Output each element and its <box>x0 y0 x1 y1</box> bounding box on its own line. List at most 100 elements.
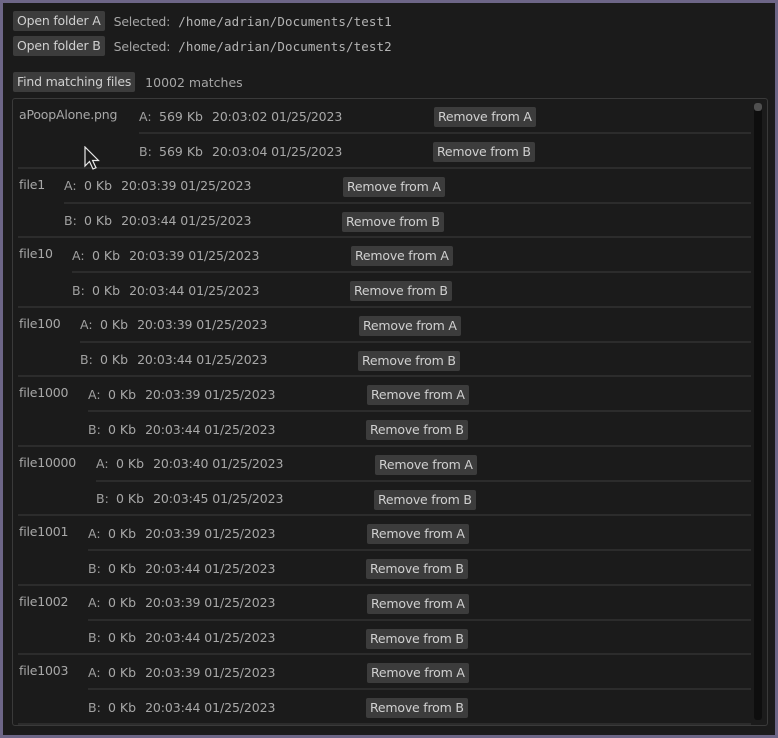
file-size-b: 0 Kb <box>108 560 137 576</box>
find-matching-files-button[interactable]: Find matching files <box>13 72 136 92</box>
open-folder-b-button[interactable]: Open folder B <box>13 36 105 56</box>
match-entry: file1000 A: 0 Kb 20:03:39 01/25/2023 Rem… <box>13 377 767 447</box>
scrollbar[interactable] <box>754 103 762 720</box>
side-b-label: B: <box>72 282 85 298</box>
file-size-b: 0 Kb <box>84 213 113 228</box>
divider <box>72 271 751 273</box>
folder-b-path: /home/adrian/Documents/test2 <box>178 38 392 54</box>
timestamp-b: 20:03:44 01/25/2023 <box>137 352 268 367</box>
remove-from-b-button[interactable]: Remove from B <box>433 142 535 162</box>
remove-from-a-button[interactable]: Remove from A <box>351 246 453 266</box>
side-b-label: B: <box>88 421 101 437</box>
remove-from-a-button[interactable]: Remove from A <box>367 593 469 614</box>
file-size-b: 569 Kb <box>159 143 203 159</box>
timestamp-a: 20:03:02 01/25/2023 <box>211 108 343 124</box>
match-entry: file1001 A: 0 Kb 20:03:39 01/25/2023 Rem… <box>13 516 767 586</box>
divider <box>18 722 751 725</box>
timestamp-b: 20:03:44 01/25/2023 <box>129 282 260 298</box>
match-count: 10002 matches <box>145 74 243 90</box>
file-size-a: 0 Kb <box>108 525 137 541</box>
app-window: Open folder A Selected: /home/adrian/Doc… <box>3 3 775 735</box>
side-a-label: A: <box>88 664 101 680</box>
file-name: file1001 <box>19 524 69 539</box>
remove-from-b-button[interactable]: Remove from B <box>366 559 468 579</box>
matches-list[interactable]: aPoopAlone.png A: 569 Kb 20:03:02 01/25/… <box>12 98 768 726</box>
side-b-label: B: <box>96 491 109 506</box>
file-name: file1002 <box>19 593 69 609</box>
divider <box>88 549 751 551</box>
divider <box>88 410 751 412</box>
remove-from-a-button[interactable]: Remove from A <box>375 454 477 475</box>
divider <box>64 201 751 204</box>
side-a-info: A: 0 Kb 20:03:39 01/25/2023 <box>72 245 259 265</box>
file-size-b: 0 Kb <box>108 630 137 645</box>
remove-from-b-button[interactable]: Remove from B <box>366 698 468 718</box>
file-size-a: 0 Kb <box>108 386 137 402</box>
remove-from-a-button[interactable]: Remove from A <box>434 107 536 127</box>
side-b-label: B: <box>88 630 101 645</box>
timestamp-b: 20:03:44 01/25/2023 <box>145 421 276 437</box>
file-size-a: 0 Kb <box>100 317 129 332</box>
file-size-a: 569 Kb <box>159 108 203 124</box>
file-size-a: 0 Kb <box>92 247 121 263</box>
file-name: file100 <box>19 315 61 331</box>
folder-a-row: Open folder A Selected: /home/adrian/Doc… <box>13 11 392 31</box>
side-a-label: A: <box>64 178 77 193</box>
side-b-label: B: <box>64 213 77 228</box>
file-name: file1 <box>19 176 45 192</box>
timestamp-b: 20:03:45 01/25/2023 <box>153 491 284 506</box>
file-name: file10 <box>19 246 53 261</box>
side-a-label: A: <box>88 595 101 610</box>
remove-from-a-button[interactable]: Remove from A <box>367 524 469 544</box>
remove-from-a-button[interactable]: Remove from A <box>367 385 469 405</box>
timestamp-a: 20:03:39 01/25/2023 <box>121 178 252 193</box>
file-name: file1000 <box>19 385 69 400</box>
side-b-label: B: <box>139 143 152 159</box>
file-size-b: 0 Kb <box>108 699 137 715</box>
side-a-label: A: <box>96 456 109 471</box>
side-a-label: A: <box>139 108 152 124</box>
remove-from-b-button[interactable]: Remove from B <box>374 489 476 510</box>
divider <box>80 340 751 343</box>
remove-from-a-button[interactable]: Remove from A <box>343 176 445 197</box>
file-name: aPoopAlone.png <box>19 107 118 122</box>
side-b-info: B: 0 Kb 20:03:44 01/25/2023 <box>80 350 267 370</box>
selected-label: Selected: <box>113 38 171 54</box>
side-b-label: B: <box>88 560 101 576</box>
timestamp-a: 20:03:40 01/25/2023 <box>153 456 284 471</box>
divider <box>139 132 751 134</box>
file-size-b: 0 Kb <box>100 352 129 367</box>
timestamp-a: 20:03:39 01/25/2023 <box>129 247 260 263</box>
divider <box>88 618 751 621</box>
open-folder-a-button[interactable]: Open folder A <box>13 11 105 31</box>
side-a-info: A: 0 Kb 20:03:39 01/25/2023 <box>88 384 275 404</box>
side-a-label: A: <box>72 247 85 263</box>
divider <box>96 479 751 482</box>
side-a-info: A: 0 Kb 20:03:39 01/25/2023 <box>88 523 275 543</box>
remove-from-b-button[interactable]: Remove from B <box>366 628 468 649</box>
remove-from-b-button[interactable]: Remove from B <box>350 281 452 301</box>
match-entry: file1002 A: 0 Kb 20:03:39 01/25/2023 Rem… <box>13 586 767 655</box>
remove-from-b-button[interactable]: Remove from B <box>342 211 444 232</box>
remove-from-a-button[interactable]: Remove from A <box>359 315 461 336</box>
remove-from-b-button[interactable]: Remove from B <box>366 420 468 440</box>
side-a-info: A: 569 Kb 20:03:02 01/25/2023 <box>139 106 342 126</box>
remove-from-a-button[interactable]: Remove from A <box>367 663 469 683</box>
side-b-label: B: <box>80 352 93 367</box>
file-size-a: 0 Kb <box>108 595 137 610</box>
side-a-info: A: 0 Kb 20:03:39 01/25/2023 <box>88 662 275 682</box>
remove-from-b-button[interactable]: Remove from B <box>358 350 460 371</box>
side-b-label: B: <box>88 699 101 715</box>
scrollbar-thumb[interactable] <box>754 103 762 111</box>
side-b-info: B: 0 Kb 20:03:44 01/25/2023 <box>88 419 275 439</box>
side-a-info: A: 0 Kb 20:03:39 01/25/2023 <box>64 176 251 196</box>
timestamp-b: 20:03:44 01/25/2023 <box>121 213 252 228</box>
file-size-a: 0 Kb <box>116 456 145 471</box>
side-b-info: B: 0 Kb 20:03:44 01/25/2023 <box>88 697 275 717</box>
timestamp-a: 20:03:39 01/25/2023 <box>137 317 268 332</box>
side-a-label: A: <box>80 317 93 332</box>
side-a-info: A: 0 Kb 20:03:40 01/25/2023 <box>96 454 283 474</box>
side-b-info: B: 0 Kb 20:03:44 01/25/2023 <box>64 211 251 231</box>
folder-b-row: Open folder B Selected: /home/adrian/Doc… <box>13 36 392 56</box>
side-b-info: B: 0 Kb 20:03:44 01/25/2023 <box>88 558 275 578</box>
